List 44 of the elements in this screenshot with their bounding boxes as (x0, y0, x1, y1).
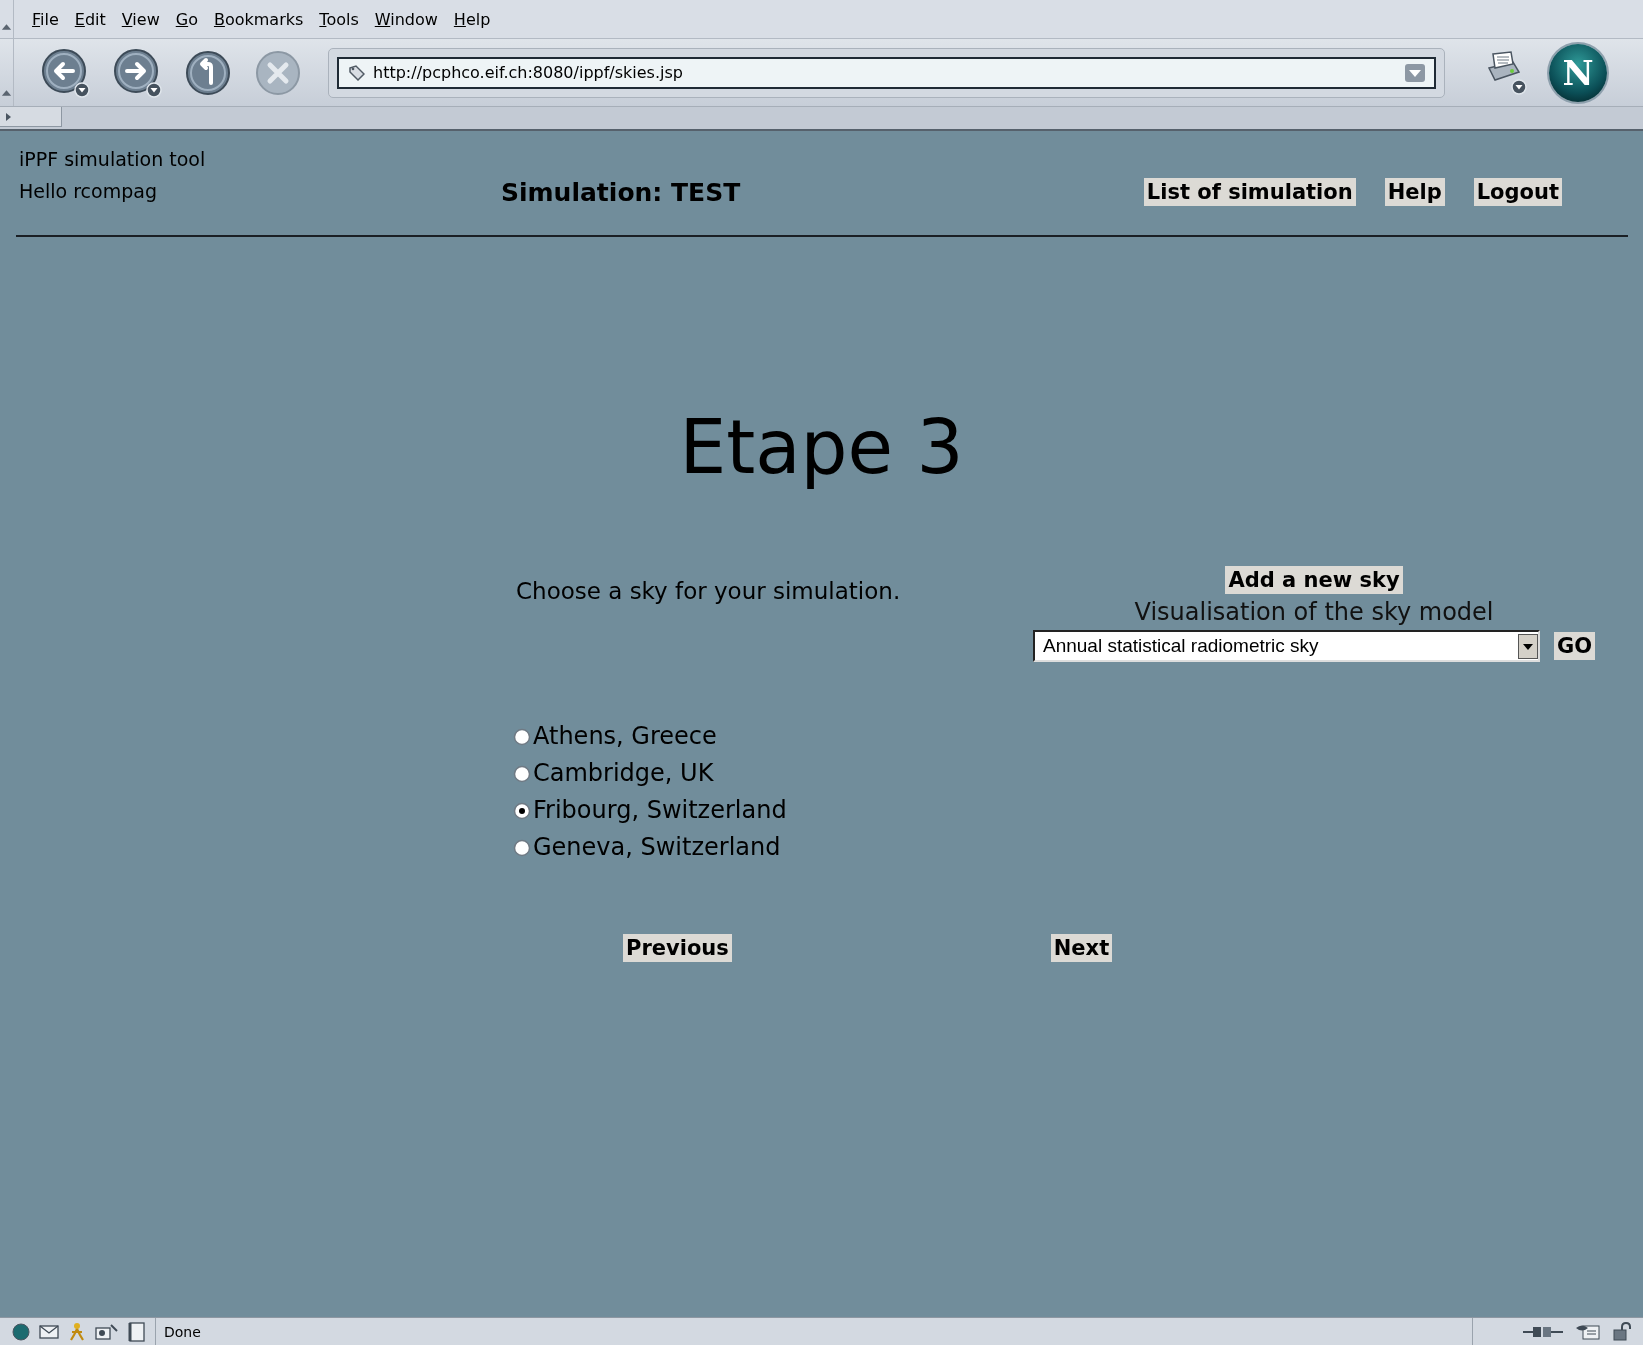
address-book-icon[interactable] (127, 1321, 147, 1342)
menu-item[interactable]: Bookmarks (205, 7, 312, 31)
composer-icon[interactable] (95, 1322, 118, 1341)
menu-item[interactable]: Window (366, 7, 446, 31)
nav-button[interactable]: Logout (1473, 178, 1562, 206)
address-field[interactable]: http://pcphco.eif.ch:8080/ippf/skies.jsp (337, 56, 1436, 89)
radio-button[interactable] (513, 727, 531, 746)
radio-label: Athens, Greece (533, 722, 717, 751)
visualisation-label: Visualisation of the sky model (1134, 598, 1494, 626)
browser-launcher-icon[interactable] (12, 1322, 30, 1341)
next-button[interactable]: Next (1050, 934, 1113, 962)
menu-item[interactable]: File (24, 7, 67, 31)
dropdown-icon[interactable] (1404, 62, 1426, 83)
sidebar-toggle[interactable] (0, 107, 62, 127)
nav-button[interactable]: Help (1384, 178, 1445, 206)
app-title: iPPF simulation tool (19, 148, 207, 170)
simulation-title: Simulation: TEST (501, 178, 741, 209)
radio-button[interactable] (513, 801, 531, 820)
radio-label: Fribourg, Switzerland (533, 796, 787, 825)
menu-item[interactable]: Tools (311, 7, 367, 31)
radio-button[interactable] (513, 838, 531, 857)
menu-item[interactable]: Help (445, 7, 499, 31)
radio-button[interactable] (513, 764, 531, 783)
status-text: Done (164, 1323, 201, 1340)
browser-logo[interactable]: N (1549, 43, 1607, 102)
forward-button-icon[interactable] (112, 47, 162, 98)
greeting-text: Hello rcompag (19, 180, 158, 202)
add-sky-button[interactable]: Add a new sky (1225, 566, 1403, 594)
menu-item[interactable]: Go (167, 7, 206, 31)
nav-button[interactable]: List of simulation (1143, 178, 1356, 206)
page-tag-icon (347, 63, 365, 82)
radio-label: Cambridge, UK (533, 759, 714, 788)
sky-model-select[interactable]: Annual statistical radiometric sky (1032, 630, 1540, 662)
radio-label: Geneva, Switzerland (533, 833, 781, 862)
menu-item[interactable]: Edit (66, 7, 114, 31)
step-title: Etape 3 (678, 403, 965, 492)
reload-button-icon[interactable] (184, 48, 232, 97)
unlocked-icon[interactable] (1613, 1321, 1633, 1342)
menu-item[interactable]: View (113, 7, 168, 31)
instruction-text: Choose a sky for your simulation. (516, 578, 902, 606)
go-button[interactable]: GO (1553, 632, 1596, 660)
expand-arrow-icon (4, 111, 12, 122)
previous-button[interactable]: Previous (623, 934, 732, 962)
back-button-icon[interactable] (40, 47, 90, 98)
